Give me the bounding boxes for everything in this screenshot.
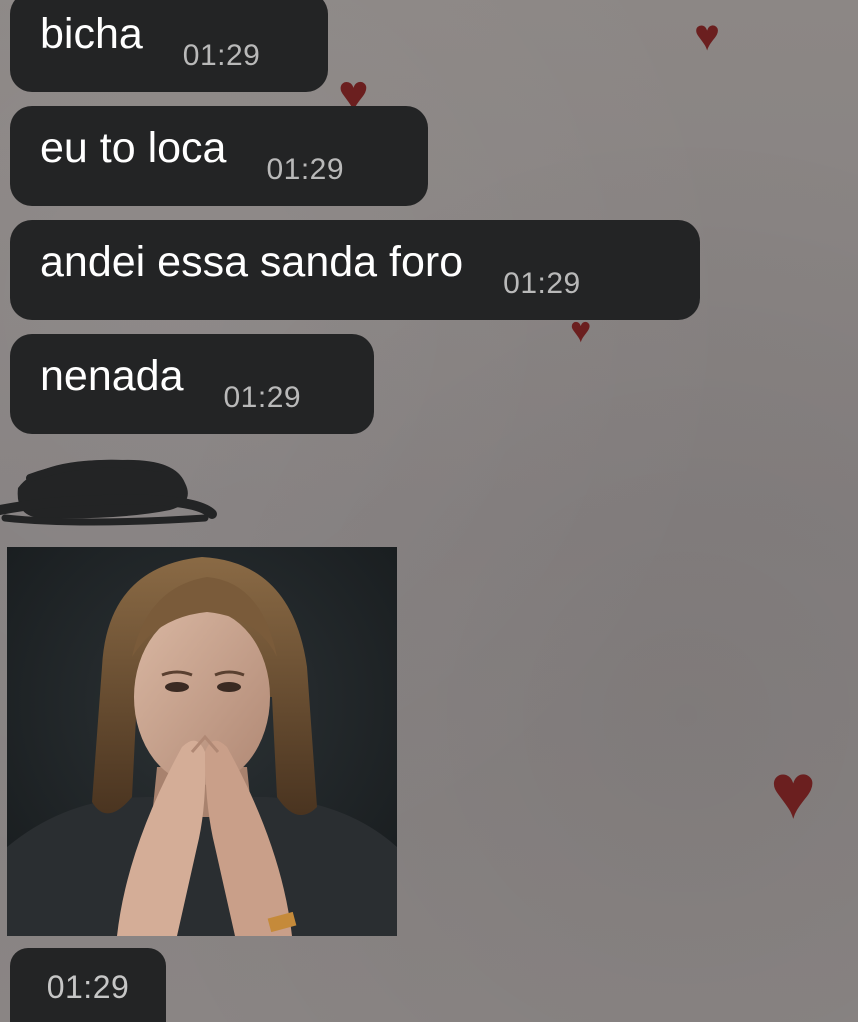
message-text: eu to loca <box>40 123 227 172</box>
message-text: andei essa sanda foro <box>40 237 464 286</box>
heart-decoration-icon: ♥ <box>770 747 817 835</box>
image-message-time: 01:29 <box>46 968 130 1005</box>
message-bubble[interactable]: andei essa sanda foro 01:29 <box>10 220 700 320</box>
person-photo <box>7 547 397 936</box>
message-time: 01:29 <box>266 153 345 186</box>
message-bubble[interactable]: eu to loca 01:29 <box>10 106 428 206</box>
message-bubble[interactable]: bicha 01:29 <box>10 0 328 92</box>
message-time: 01:29 <box>223 381 302 414</box>
message-time: 01:29 <box>503 267 581 300</box>
redaction-scribble <box>0 459 217 526</box>
message-time: 01:29 <box>182 39 261 72</box>
chat-area: ♥ ♥ ♥ ♥ bicha 01:29 eu to loca 01:29 and… <box>0 0 858 1022</box>
message-text: nenada <box>40 351 184 400</box>
image-message-time-bubble: 01:29 <box>10 948 166 1022</box>
image-message[interactable] <box>7 547 397 936</box>
message-bubble[interactable]: nenada 01:29 <box>10 334 374 434</box>
message-text: bicha <box>40 9 143 58</box>
heart-decoration-icon: ♥ <box>694 11 721 60</box>
